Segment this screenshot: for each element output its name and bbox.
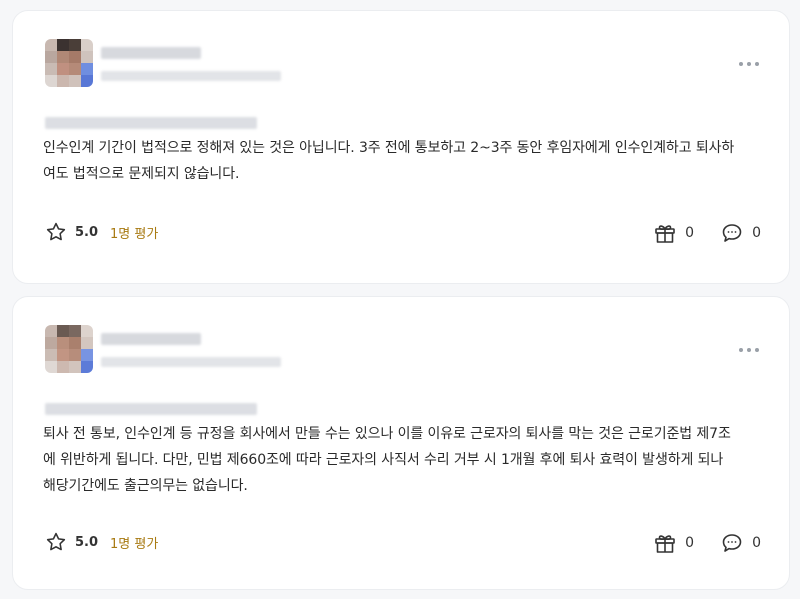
more-horizontal-icon[interactable] <box>739 61 759 67</box>
author-meta-redacted <box>101 71 281 81</box>
rating-score: 5.0 <box>75 534 99 550</box>
rating: 5.0 1명 평가 <box>45 531 158 553</box>
comment-icon <box>722 224 742 242</box>
gift-count: 0 <box>685 535 695 551</box>
avatar[interactable] <box>45 39 93 87</box>
gift-button[interactable]: 0 <box>653 531 694 555</box>
rating: 5.0 1명 평가 <box>45 221 158 243</box>
answer-text: 퇴사 전 통보, 인수인계 등 규정을 회사에서 만들 수는 있으나 이를 이유… <box>43 426 731 494</box>
comment-icon <box>722 534 742 552</box>
star-outline-icon[interactable] <box>45 221 67 243</box>
more-horizontal-icon[interactable] <box>739 347 759 353</box>
gift-button[interactable]: 0 <box>653 221 694 245</box>
gift-icon <box>655 535 675 553</box>
author-title-redacted <box>45 403 257 415</box>
gift-icon <box>655 225 675 243</box>
answer-actions: 0 0 <box>653 531 761 555</box>
rating-count: 1명 평가 <box>110 226 159 242</box>
comment-button[interactable]: 0 <box>720 221 761 245</box>
avatar[interactable] <box>45 325 93 373</box>
comment-count: 0 <box>752 225 761 241</box>
answer-card: 퇴사 전 통보, 인수인계 등 규정을 회사에서 만들 수는 있으나 이를 이유… <box>12 296 790 590</box>
author-name-redacted <box>101 333 201 345</box>
author-name-redacted <box>101 47 201 59</box>
rating-score: 5.0 <box>75 224 99 240</box>
answer-text: 인수인계 기간이 법적으로 정해져 있는 것은 아닙니다. 3주 전에 통보하고… <box>43 140 735 182</box>
comment-button[interactable]: 0 <box>720 531 761 555</box>
answer-card: 인수인계 기간이 법적으로 정해져 있는 것은 아닙니다. 3주 전에 통보하고… <box>12 10 790 284</box>
gift-count: 0 <box>685 225 695 241</box>
rating-count: 1명 평가 <box>110 536 159 552</box>
author-title-redacted <box>45 117 257 129</box>
answer-actions: 0 0 <box>653 221 761 245</box>
author-meta-redacted <box>101 357 281 367</box>
comment-count: 0 <box>752 535 761 551</box>
star-outline-icon[interactable] <box>45 531 67 553</box>
